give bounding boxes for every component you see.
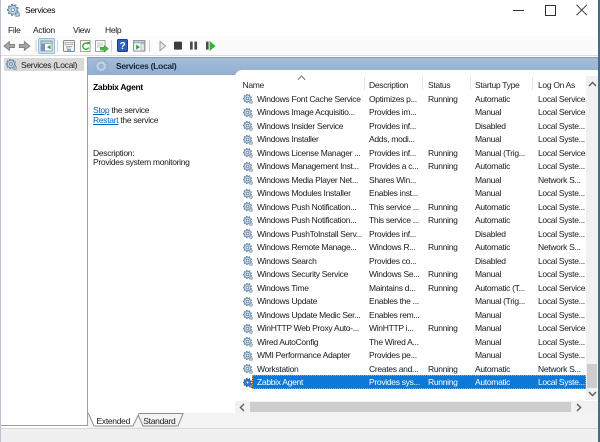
svg-text:?: ? xyxy=(120,41,126,52)
